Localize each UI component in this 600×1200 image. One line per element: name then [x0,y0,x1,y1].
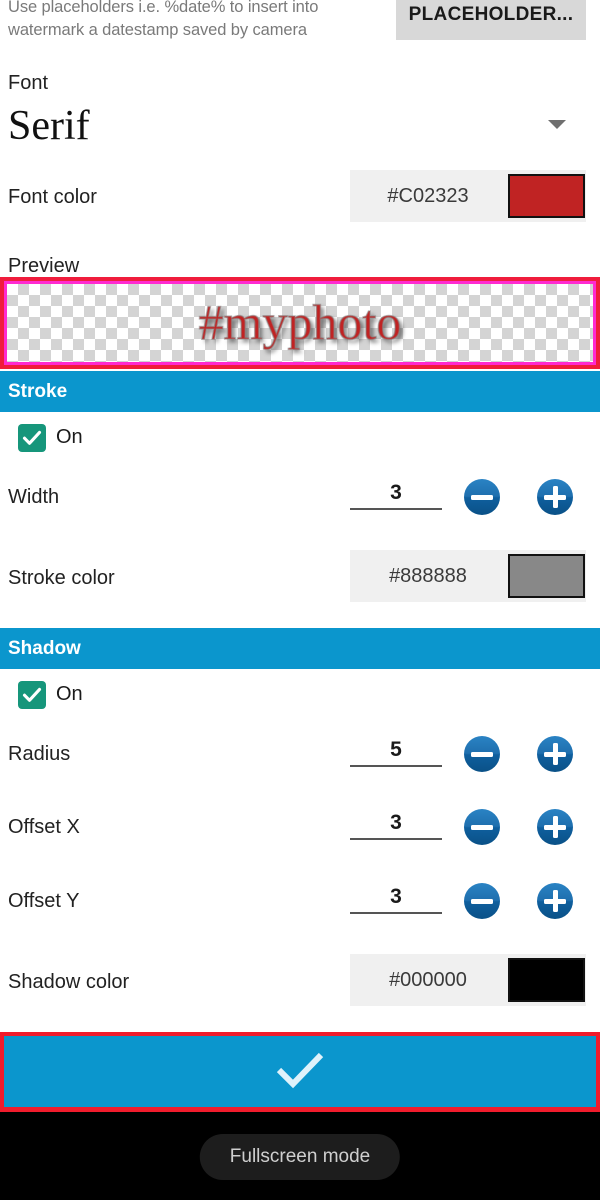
shadow-enabled-row[interactable]: On [0,681,300,717]
preview-canvas[interactable]: #myphoto [7,284,593,362]
shadow-offset-y-minus-circle-icon[interactable] [464,883,500,919]
stroke-enabled-row[interactable]: On [0,424,300,460]
shadow-offset-y-value[interactable]: 3 [350,884,442,914]
font-label: Font [8,72,49,94]
shadow-enabled-label: On [56,683,83,705]
shadow-offset-x-minus-circle-icon[interactable] [464,809,500,845]
shadow-offset-y-label: Offset Y [8,890,80,912]
stroke-color-field[interactable]: #888888 [350,550,586,602]
shadow-offset-x-label: Offset X [8,816,80,838]
system-navigation-bar: Fullscreen mode [0,1112,600,1200]
font-color-hex: #C02323 [387,185,469,207]
font-value[interactable]: Serif [8,100,90,152]
stroke-width-value[interactable]: 3 [350,480,442,510]
check-icon [271,1048,329,1095]
fullscreen-mode-toast: Fullscreen mode [199,1134,401,1180]
shadow-radius-label: Radius [8,743,71,765]
chevron-down-icon[interactable] [548,120,566,129]
shadow-offset-y-plus-circle-icon[interactable] [537,883,573,919]
shadow-color-label: Shadow color [8,971,130,993]
shadow-offset-x-plus-circle-icon[interactable] [537,809,573,845]
stroke-color-label: Stroke color [8,567,115,589]
shadow-radius-plus-circle-icon[interactable] [537,736,573,772]
confirm-button[interactable] [4,1036,596,1107]
placeholder-hint-row: Use placeholders i.e. %date% to insert i… [0,0,600,46]
placeholder-button[interactable]: PLACEHOLDER... [396,0,586,40]
section-header-stroke: Stroke [0,371,600,412]
font-color-field[interactable]: #C02323 [350,170,586,222]
shadow-color-hex: #000000 [389,969,467,991]
shadow-radius-minus-circle-icon[interactable] [464,736,500,772]
watermark-settings-screen: Use placeholders i.e. %date% to insert i… [0,0,600,1200]
font-color-swatch[interactable] [508,174,585,218]
shadow-color-field[interactable]: #000000 [350,954,586,1006]
stroke-enabled-checkbox[interactable] [18,424,46,452]
shadow-enabled-checkbox[interactable] [18,681,46,709]
shadow-offset-x-value[interactable]: 3 [350,810,442,840]
placeholder-hint-text: Use placeholders i.e. %date% to insert i… [8,0,319,39]
preview-label: Preview [8,255,80,277]
confirm-highlight-frame [0,1032,600,1112]
preview-highlight-frame: #myphoto [0,277,600,369]
preview-inner-frame: #myphoto [4,281,596,365]
shadow-color-swatch[interactable] [508,958,585,1002]
stroke-enabled-label: On [56,426,83,448]
stroke-width-minus-circle-icon[interactable] [464,479,500,515]
stroke-color-swatch[interactable] [508,554,585,598]
preview-watermark-text: #myphoto [198,293,402,351]
stroke-color-hex: #888888 [389,565,467,587]
stroke-width-plus-circle-icon[interactable] [537,479,573,515]
font-color-label: Font color [8,186,97,208]
section-header-shadow: Shadow [0,628,600,669]
stroke-width-label: Width [8,486,60,508]
shadow-radius-value[interactable]: 5 [350,737,442,767]
